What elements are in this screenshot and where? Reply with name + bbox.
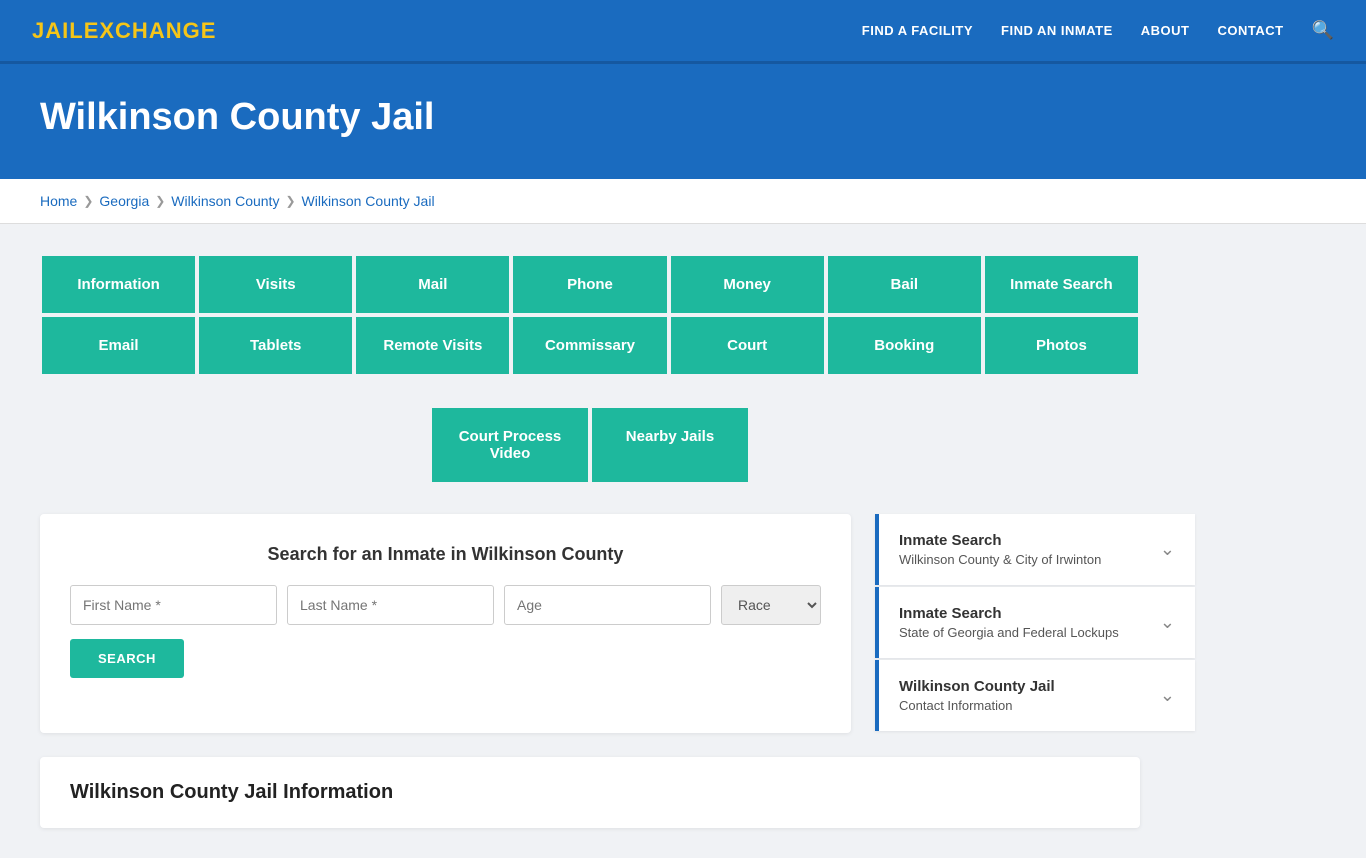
chevron-down-icon-3: ⌄ <box>1160 685 1175 706</box>
main-nav: JAILEXCHANGE FIND A FACILITY FIND AN INM… <box>0 0 1366 64</box>
tab-email[interactable]: Email <box>40 315 197 376</box>
search-inputs: Race White Black Hispanic Asian Other <box>70 585 821 625</box>
breadcrumb-sep-2: ❯ <box>155 194 165 208</box>
breadcrumb-georgia[interactable]: Georgia <box>99 193 149 209</box>
search-title: Search for an Inmate in Wilkinson County <box>70 544 821 565</box>
sidebar-item-1-subtitle: Wilkinson County & City of Irwinton <box>899 552 1101 567</box>
tab-information[interactable]: Information <box>40 254 197 315</box>
tab-court-process-video[interactable]: Court Process Video <box>430 406 590 484</box>
chevron-down-icon-1: ⌄ <box>1160 539 1175 560</box>
breadcrumb: Home ❯ Georgia ❯ Wilkinson County ❯ Wilk… <box>0 179 1366 224</box>
breadcrumb-county[interactable]: Wilkinson County <box>171 193 279 209</box>
logo-exchange-x: E <box>84 18 100 43</box>
breadcrumb-current: Wilkinson County Jail <box>302 193 435 209</box>
search-card: Search for an Inmate in Wilkinson County… <box>40 514 851 733</box>
search-button[interactable]: SEARCH <box>70 639 184 678</box>
info-section-title: Wilkinson County Jail Information <box>70 781 1110 804</box>
sidebar-item-1-title: Inmate Search <box>899 532 1101 549</box>
sidebar-item-3-title: Wilkinson County Jail <box>899 678 1055 695</box>
sidebar: Inmate Search Wilkinson County & City of… <box>875 514 1195 733</box>
sidebar-item-3-text: Wilkinson County Jail Contact Informatio… <box>899 678 1055 713</box>
tab-court[interactable]: Court <box>669 315 826 376</box>
nav-find-inmate[interactable]: FIND AN INMATE <box>1001 23 1113 38</box>
main-content: Information Visits Mail Phone Money Bail… <box>0 224 1366 858</box>
breadcrumb-home[interactable]: Home <box>40 193 77 209</box>
sidebar-item-2-text: Inmate Search State of Georgia and Feder… <box>899 605 1119 640</box>
age-input[interactable] <box>504 585 711 625</box>
two-col-layout: Search for an Inmate in Wilkinson County… <box>40 514 1140 733</box>
last-name-input[interactable] <box>287 585 494 625</box>
tab-money[interactable]: Money <box>669 254 826 315</box>
sidebar-item-3-subtitle: Contact Information <box>899 698 1055 713</box>
tab-commissary[interactable]: Commissary <box>511 315 668 376</box>
sidebar-item-1-text: Inmate Search Wilkinson County & City of… <box>899 532 1101 567</box>
tabs-row3: Court Process Video Nearby Jails <box>40 406 1140 484</box>
chevron-down-icon-2: ⌄ <box>1160 612 1175 633</box>
nav-contact[interactable]: CONTACT <box>1217 23 1283 38</box>
logo-exchange-rest: XCHANGE <box>99 18 216 43</box>
nav-find-facility[interactable]: FIND A FACILITY <box>862 23 973 38</box>
tab-remote-visits[interactable]: Remote Visits <box>354 315 511 376</box>
breadcrumb-sep-3: ❯ <box>285 194 295 208</box>
tabs-grid: Information Visits Mail Phone Money Bail… <box>40 254 1140 376</box>
logo-jail: JAIL <box>32 18 84 43</box>
logo[interactable]: JAILEXCHANGE <box>32 18 216 44</box>
race-select[interactable]: Race White Black Hispanic Asian Other <box>721 585 821 625</box>
tab-visits[interactable]: Visits <box>197 254 354 315</box>
first-name-input[interactable] <box>70 585 277 625</box>
tab-tablets[interactable]: Tablets <box>197 315 354 376</box>
sidebar-item-2-subtitle: State of Georgia and Federal Lockups <box>899 625 1119 640</box>
sidebar-item-1[interactable]: Inmate Search Wilkinson County & City of… <box>875 514 1195 585</box>
tab-inmate-search[interactable]: Inmate Search <box>983 254 1140 315</box>
nav-about[interactable]: ABOUT <box>1141 23 1190 38</box>
tab-mail[interactable]: Mail <box>354 254 511 315</box>
tab-bail[interactable]: Bail <box>826 254 983 315</box>
tab-phone[interactable]: Phone <box>511 254 668 315</box>
hero-section: Wilkinson County Jail <box>0 64 1366 179</box>
tab-booking[interactable]: Booking <box>826 315 983 376</box>
sidebar-item-2-title: Inmate Search <box>899 605 1119 622</box>
sidebar-item-3[interactable]: Wilkinson County Jail Contact Informatio… <box>875 660 1195 731</box>
breadcrumb-sep-1: ❯ <box>83 194 93 208</box>
search-icon[interactable]: 🔍 <box>1312 20 1334 41</box>
sidebar-item-2[interactable]: Inmate Search State of Georgia and Feder… <box>875 587 1195 658</box>
nav-links: FIND A FACILITY FIND AN INMATE ABOUT CON… <box>862 20 1334 41</box>
tab-photos[interactable]: Photos <box>983 315 1140 376</box>
page-title: Wilkinson County Jail <box>40 96 1326 139</box>
tab-nearby-jails[interactable]: Nearby Jails <box>590 406 750 484</box>
